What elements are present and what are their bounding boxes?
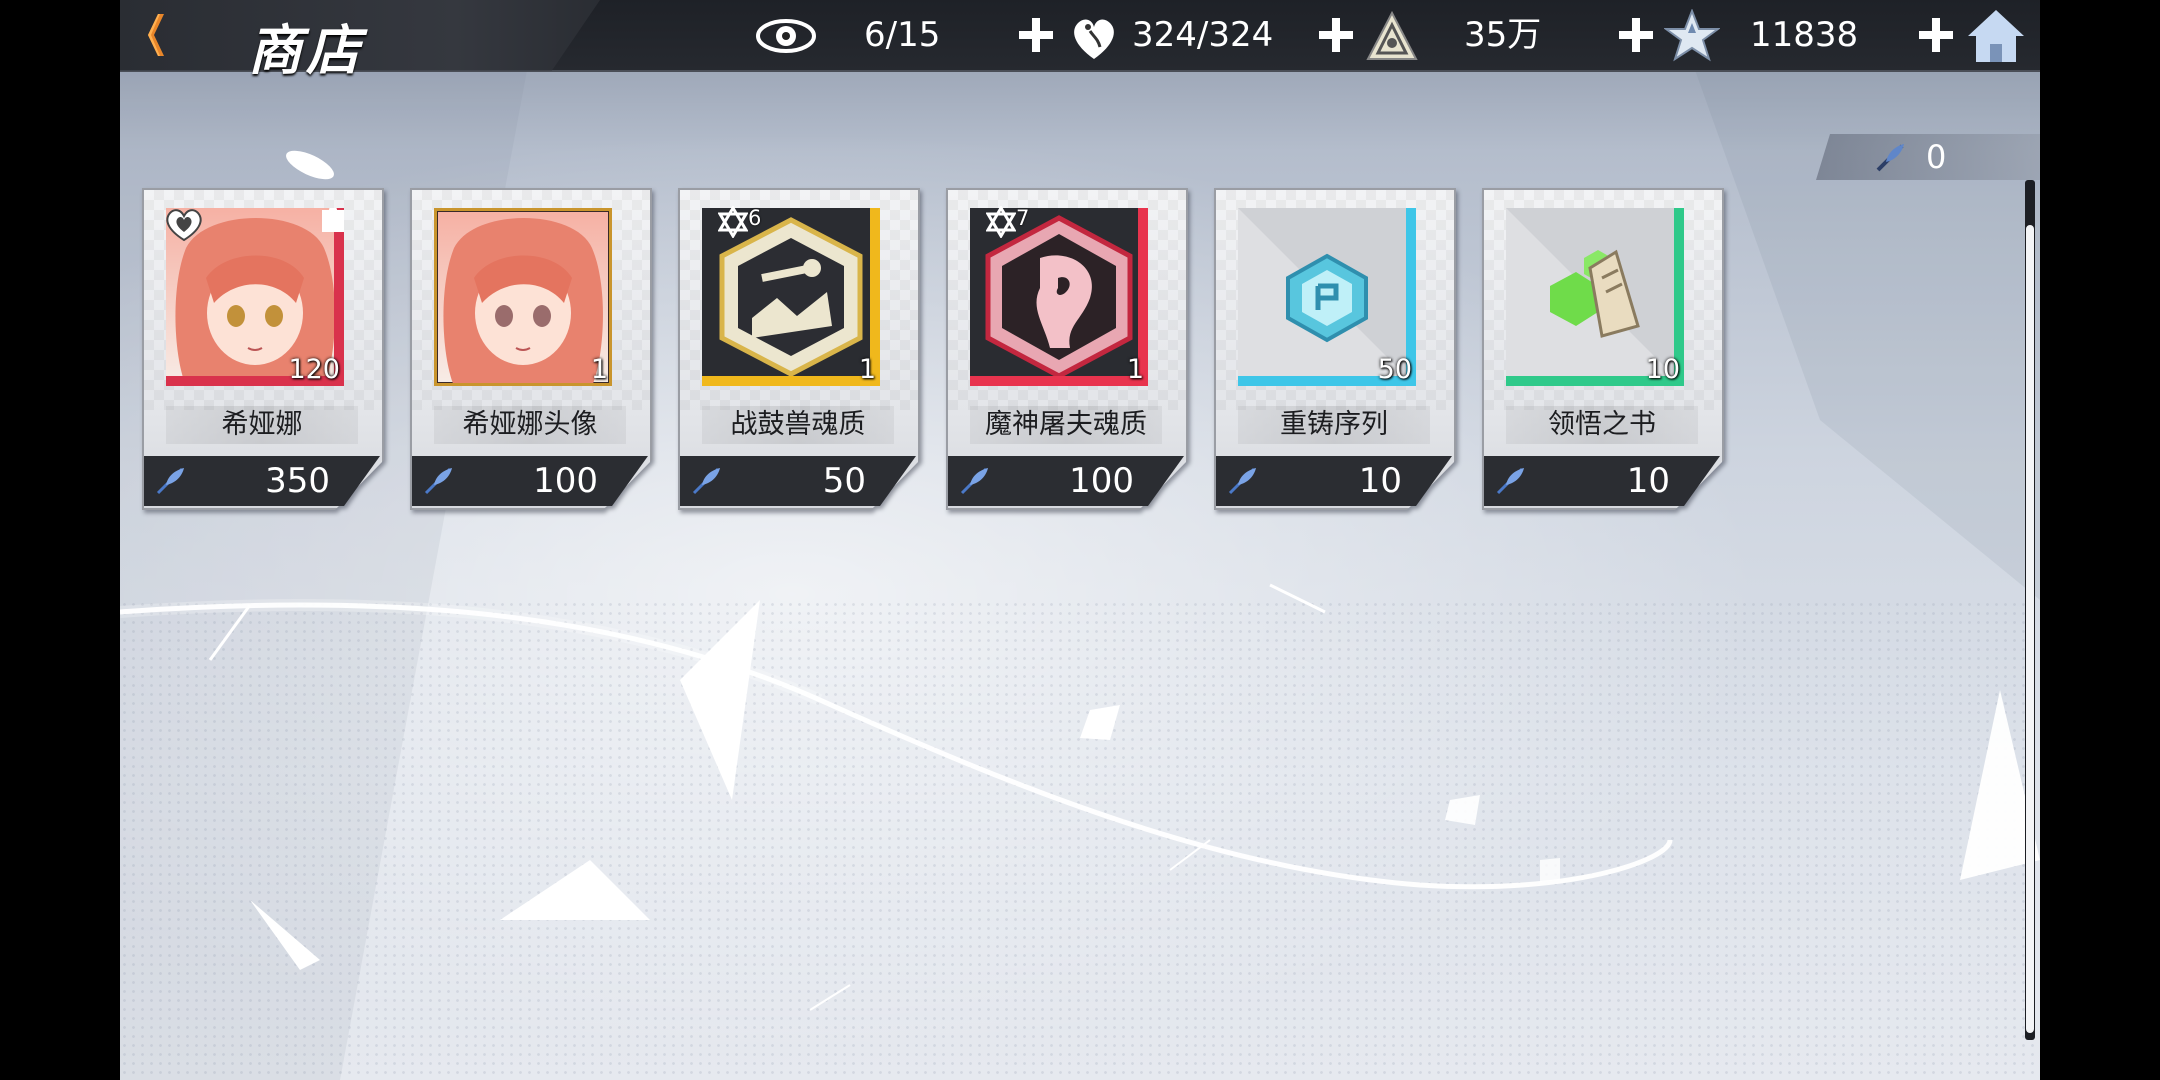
top-bar: 商店 6/15 324/324 35万 11838 (120, 0, 2040, 82)
item-price: 50 (822, 461, 866, 501)
item-name: 希娅娜 (166, 406, 358, 444)
item-name: 希娅娜头像 (434, 406, 626, 444)
hexagram-icon (717, 205, 749, 239)
resource-eye-value: 6/15 (864, 15, 941, 55)
star-rank-badge: 6 (717, 205, 762, 242)
add-crystal-button[interactable] (1916, 15, 1956, 55)
item-quantity: 1 (590, 354, 608, 385)
price-bar: 350 (144, 456, 380, 506)
feather-quill-icon (1876, 144, 1904, 172)
feather-quill-icon (424, 467, 452, 495)
item-price: 100 (1069, 461, 1134, 501)
item-price: 100 (533, 461, 598, 501)
star-rank-value: 7 (1016, 206, 1030, 230)
add-eye-button[interactable] (1016, 15, 1056, 55)
heart-icon (1066, 9, 1122, 63)
feather-quill-icon (692, 467, 720, 495)
feather-quill-icon (1228, 467, 1256, 495)
item-quantity: 10 (1645, 354, 1680, 385)
item-quantity: 120 (288, 354, 340, 385)
add-heart-button[interactable] (1316, 15, 1356, 55)
avatar-frame-icon (434, 208, 612, 386)
shop-currency-value: 0 (1926, 138, 1947, 176)
scrollbar-thumb[interactable] (2026, 225, 2034, 1033)
price-bar: 50 (680, 456, 916, 506)
triangle-emblem-icon (1364, 9, 1420, 63)
shop-item-card[interactable]: 120 希娅娜 350 (142, 188, 384, 510)
shop-item-card[interactable]: 50 重铸序列 10 (1214, 188, 1456, 510)
crystal-star-icon (1662, 8, 1722, 63)
resource-heart-value: 324/324 (1132, 15, 1274, 55)
puzzle-badge-icon (322, 208, 344, 232)
page-title: 商店 (248, 19, 364, 82)
game-screen: 商店 6/15 324/324 35万 11838 0 120 希娅娜 350 … (120, 0, 2040, 1080)
add-gold-button[interactable] (1616, 15, 1656, 55)
feather-quill-icon (960, 467, 988, 495)
item-price: 10 (1358, 461, 1402, 501)
item-name: 重铸序列 (1238, 406, 1430, 444)
resource-gold-value: 35万 (1464, 15, 1542, 55)
resource-crystal-value: 11838 (1750, 15, 1859, 55)
item-price: 10 (1626, 461, 1670, 501)
background-decoration (120, 0, 2040, 1080)
shop-item-card[interactable]: 1 希娅娜头像 100 (410, 188, 652, 510)
hexagram-icon (985, 205, 1017, 239)
star-rank-value: 6 (748, 206, 762, 230)
back-arrow-icon (148, 14, 164, 56)
price-bar: 10 (1484, 456, 1720, 506)
star-rank-badge: 7 (985, 205, 1030, 242)
shop-item-card[interactable]: 6 1 战鼓兽魂质 50 (678, 188, 920, 510)
home-button[interactable] (1964, 6, 2028, 66)
back-button[interactable] (120, 0, 200, 70)
shop-item-card[interactable]: 7 1 魔神屠夫魂质 100 (946, 188, 1188, 510)
item-name: 领悟之书 (1506, 406, 1698, 444)
price-bar: 100 (948, 456, 1184, 506)
eye-icon (756, 9, 816, 63)
item-name: 魔神屠夫魂质 (970, 406, 1162, 444)
price-bar: 10 (1216, 456, 1452, 506)
item-quantity: 1 (1126, 354, 1144, 385)
price-bar: 100 (412, 456, 648, 506)
shop-currency-display: 0 (1816, 134, 2040, 180)
scrollbar[interactable] (2025, 180, 2035, 1040)
shop-item-card[interactable]: 10 领悟之书 10 (1482, 188, 1724, 510)
item-price: 350 (265, 461, 330, 501)
item-quantity: 1 (858, 354, 876, 385)
home-icon (1968, 10, 2024, 62)
heart-badge-icon (166, 209, 202, 242)
item-quantity: 50 (1377, 354, 1412, 385)
item-name: 战鼓兽魂质 (702, 406, 894, 444)
feather-quill-icon (156, 467, 184, 495)
feather-quill-icon (1496, 467, 1524, 495)
